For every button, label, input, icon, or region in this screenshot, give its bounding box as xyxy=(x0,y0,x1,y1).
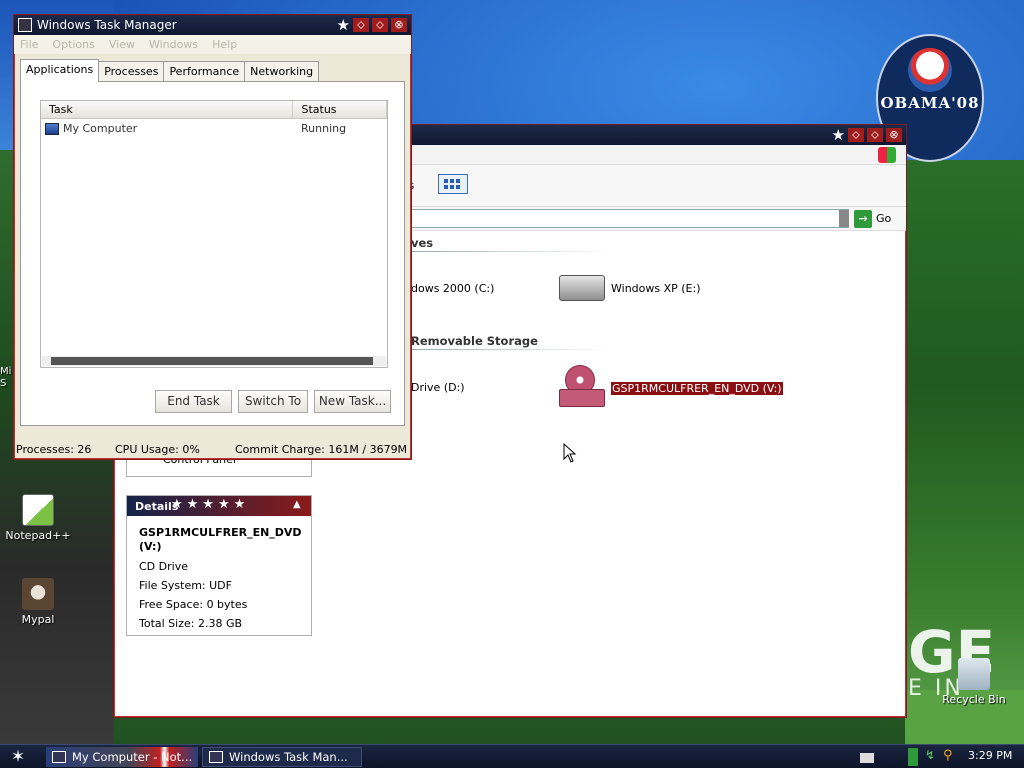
column-task[interactable]: Task xyxy=(41,101,294,118)
menu-options[interactable]: Options xyxy=(52,38,94,51)
menu-file[interactable]: File xyxy=(20,38,38,51)
scrollbar-thumb[interactable] xyxy=(51,357,373,365)
task-status: Running xyxy=(301,122,347,135)
taskbar-button-label: Windows Task Man... xyxy=(229,750,348,764)
task-list[interactable]: Task Status My Computer Running xyxy=(40,100,388,368)
campaign-badge-text: OBAMA'08 xyxy=(880,94,980,112)
close-button[interactable]: ⊗ xyxy=(391,18,407,32)
maximize-button[interactable]: ⬦ xyxy=(867,128,883,142)
details-name: GSP1RMCULFRER_EN_DVD (V:) xyxy=(139,526,302,553)
details-file-system: File System: UDF xyxy=(139,579,232,592)
keyboard-icon[interactable] xyxy=(860,753,874,763)
drive-label: Drive (D:) xyxy=(411,381,465,394)
tab-processes[interactable]: Processes xyxy=(98,61,165,81)
task-manager-window: Windows Task Manager ★ ⬦ ⬦ ⊗ File Option… xyxy=(13,14,412,460)
switch-to-button[interactable]: Switch To xyxy=(238,390,308,413)
task-name: My Computer xyxy=(63,122,138,135)
maximize-button[interactable]: ⬦ xyxy=(372,18,388,32)
tab-strip: Applications Processes Performance Netwo… xyxy=(20,59,320,82)
minimize-button[interactable]: ⬦ xyxy=(848,128,864,142)
notepadpp-icon xyxy=(22,494,54,526)
section-divider xyxy=(411,349,611,350)
drive-e[interactable]: Windows XP (E:) xyxy=(559,275,701,301)
desktop-icon-label-partial: Mi S xyxy=(0,366,12,389)
new-task-button[interactable]: New Task... xyxy=(314,390,391,413)
computer-icon xyxy=(52,751,66,763)
task-manager-icon xyxy=(209,751,223,763)
section-removable-storage: Removable Storage xyxy=(411,334,538,348)
windows-logo-icon xyxy=(878,147,896,163)
drive-label: dows 2000 (C:) xyxy=(411,282,495,295)
menu-windows[interactable]: Windows xyxy=(149,38,198,51)
status-cpu: CPU Usage: 0% xyxy=(115,442,200,456)
desktop-icon-label: Notepad++ xyxy=(5,529,71,542)
clock[interactable]: 3:29 PM xyxy=(968,749,1012,762)
applications-panel: Task Status My Computer Running End Task… xyxy=(20,81,405,426)
table-row[interactable]: My Computer Running xyxy=(41,119,387,138)
dvd-drive-icon xyxy=(559,365,605,411)
tab-performance[interactable]: Performance xyxy=(163,61,246,81)
status-processes: Processes: 26 xyxy=(16,442,92,456)
status-bar: Processes: 26 CPU Usage: 0% Commit Charg… xyxy=(14,439,411,459)
recycle-bin-icon xyxy=(958,658,990,690)
go-button[interactable]: → Go xyxy=(854,209,891,228)
stars-decoration-icon: ★★★★★ xyxy=(171,497,250,512)
drive-c[interactable]: dows 2000 (C:) xyxy=(411,282,494,295)
drive-v[interactable]: GSP1RMCULFRER_EN_DVD (V:) xyxy=(559,365,783,411)
collapse-icon[interactable]: ▲ xyxy=(293,499,305,511)
star-icon: ★ xyxy=(831,126,845,144)
taskbar-button-label: My Computer - Not... xyxy=(72,750,193,764)
menu-view[interactable]: View xyxy=(109,38,135,51)
status-commit: Commit Charge: 161M / 3679M xyxy=(235,442,408,456)
network-icon[interactable]: ↯ xyxy=(925,748,937,766)
views-button[interactable] xyxy=(438,174,468,194)
section-hard-drives: ves xyxy=(411,236,434,250)
tab-networking[interactable]: Networking xyxy=(244,61,320,81)
desktop-icon-label: Recycle Bin xyxy=(942,693,1006,706)
taskbar-button-task-manager[interactable]: Windows Task Man... xyxy=(202,747,362,767)
drive-label: Windows XP (E:) xyxy=(611,281,701,295)
task-manager-menu-bar: File Options View Windows Help xyxy=(14,35,411,54)
end-task-button[interactable]: End Task xyxy=(155,390,232,413)
details-total-size: Total Size: 2.38 GB xyxy=(139,617,243,630)
tray-app-icon[interactable] xyxy=(908,748,918,766)
section-divider xyxy=(411,251,611,252)
details-free-space: Free Space: 0 bytes xyxy=(139,598,248,611)
search-icon[interactable]: ⚲ xyxy=(943,748,957,766)
mypal-icon xyxy=(22,578,54,610)
computer-icon xyxy=(18,18,32,32)
details-header[interactable]: Details ★★★★★ ▲ xyxy=(127,496,311,516)
minimize-button[interactable]: ⬦ xyxy=(353,18,369,32)
taskbar: ✶ My Computer - Not... Windows Task Man.… xyxy=(0,744,1024,768)
mouse-cursor-icon xyxy=(563,443,577,463)
tab-applications[interactable]: Applications xyxy=(20,59,100,82)
campaign-logo-icon xyxy=(908,48,952,92)
address-dropdown-button[interactable] xyxy=(839,210,849,227)
horizontal-scrollbar[interactable] xyxy=(42,356,386,366)
window-title: Windows Task Manager xyxy=(37,18,177,32)
menu-help[interactable]: Help xyxy=(212,38,237,51)
desktop-icon-label: Mypal xyxy=(21,613,55,626)
desktop-icon-recycle-bin[interactable]: Recycle Bin xyxy=(936,658,1012,706)
go-arrow-icon: → xyxy=(854,209,872,228)
drive-label-selected: GSP1RMCULFRER_EN_DVD (V:) xyxy=(611,381,783,395)
computer-icon xyxy=(45,122,59,135)
close-button[interactable]: ⊗ xyxy=(886,128,902,142)
desktop-icon-mypal[interactable]: Mypal xyxy=(0,578,76,626)
column-status[interactable]: Status xyxy=(293,101,387,118)
taskbar-button-my-computer[interactable]: My Computer - Not... xyxy=(46,747,198,767)
desktop-icon-notepadpp[interactable]: Notepad++ xyxy=(0,494,76,542)
details-pane: Details ★★★★★ ▲ GSP1RMCULFRER_EN_DVD (V:… xyxy=(126,495,312,636)
task-manager-title-bar[interactable]: Windows Task Manager ★ ⬦ ⬦ ⊗ xyxy=(14,15,411,35)
task-list-header: Task Status xyxy=(41,101,387,119)
drive-d[interactable]: Drive (D:) xyxy=(411,381,465,394)
hard-drive-icon xyxy=(559,275,605,301)
star-icon: ★ xyxy=(336,16,350,34)
go-label: Go xyxy=(876,212,892,225)
start-button[interactable]: ✶ xyxy=(4,747,32,767)
details-type: CD Drive xyxy=(139,560,188,573)
